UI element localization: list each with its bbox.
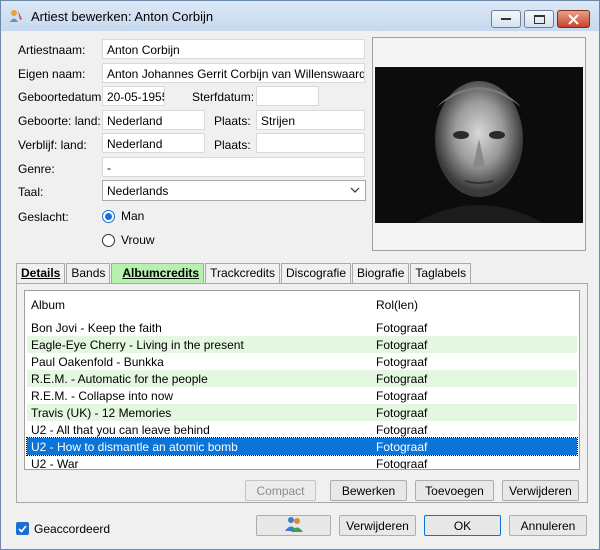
checkmark-icon <box>18 525 27 533</box>
close-button[interactable] <box>557 10 590 28</box>
role-cell: Fotograaf <box>376 338 428 352</box>
list-item[interactable]: U2 - War Fotograaf <box>27 455 577 470</box>
sterfdatum-label: Sterfdatum: <box>192 90 255 104</box>
column-album-header[interactable]: Album <box>31 298 65 312</box>
sterfdatum-field[interactable] <box>256 86 319 106</box>
ok-button[interactable]: OK <box>424 515 501 536</box>
tab-bands[interactable]: Bands <box>66 263 111 283</box>
tab-trackcredits[interactable]: Trackcredits <box>205 263 280 283</box>
album-cell: Bon Jovi - Keep the faith <box>31 321 162 335</box>
role-cell: Fotograaf <box>376 406 428 420</box>
album-list[interactable]: Album Rol(len) Bon Jovi - Keep the faith… <box>24 290 580 470</box>
verblijf-land-field[interactable]: Nederland <box>102 133 205 153</box>
album-cell: R.E.M. - Automatic for the people <box>31 372 208 386</box>
geboorte-land-label: Geboorte: land: <box>18 114 101 128</box>
radio-man[interactable]: Man <box>102 209 144 223</box>
radio-vrouw[interactable]: Vrouw <box>102 233 155 247</box>
geaccordeerd-label: Geaccordeerd <box>34 522 111 536</box>
column-role-header[interactable]: Rol(len) <box>376 298 418 312</box>
role-cell: Fotograaf <box>376 372 428 386</box>
tab-taglabels[interactable]: Taglabels <box>410 263 472 283</box>
album-cell: Travis (UK) - 12 Memories <box>31 406 172 420</box>
people-button[interactable] <box>256 515 331 536</box>
radio-vrouw-label: Vrouw <box>121 233 155 247</box>
role-cell: Fotograaf <box>376 355 428 369</box>
delete-artist-button[interactable]: Verwijderen <box>339 515 416 536</box>
edit-artist-window: Artiest bewerken: Anton Corbijn Artiestn… <box>0 0 600 550</box>
list-item[interactable]: Bon Jovi - Keep the faith Fotograaf <box>27 319 577 336</box>
album-cell: U2 - How to dismantle an atomic bomb <box>31 440 238 454</box>
close-icon <box>568 13 579 25</box>
tab-details[interactable]: Details <box>16 263 66 283</box>
compact-button[interactable]: Compact <box>245 480 316 501</box>
maximize-icon <box>533 14 545 24</box>
role-cell: Fotograaf <box>376 423 428 437</box>
list-item[interactable]: Travis (UK) - 12 Memories Fotograaf <box>27 404 577 421</box>
album-cell: Paul Oakenfold - Bunkka <box>31 355 164 369</box>
radio-vrouw-indicator[interactable] <box>102 233 115 247</box>
minimize-icon <box>501 17 511 20</box>
tab-albumcredits[interactable]: Albumcredits <box>111 263 205 283</box>
role-cell: Fotograaf <box>376 440 428 454</box>
maximize-button[interactable] <box>524 10 554 28</box>
geslacht-label: Geslacht: <box>18 210 69 224</box>
geboortedatum-label: Geboortedatum: <box>18 90 105 104</box>
role-cell: Fotograaf <box>376 457 428 470</box>
remove-credit-button[interactable]: Verwijderen <box>502 480 579 501</box>
tab-strip: Details Bands Albumcredits Trackcredits … <box>16 263 472 283</box>
add-button[interactable]: Toevoegen <box>415 480 494 501</box>
tab-discografie[interactable]: Discografie <box>280 263 352 283</box>
app-icon <box>8 8 24 24</box>
album-cell: U2 - War <box>31 457 79 470</box>
role-cell: Fotograaf <box>376 321 428 335</box>
verblijf-plaats-field[interactable] <box>256 133 365 153</box>
role-cell: Fotograaf <box>376 389 428 403</box>
verblijf-plaats-label: Plaats: <box>214 138 251 152</box>
edit-button[interactable]: Bewerken <box>330 480 407 501</box>
geboorte-land-field[interactable]: Nederland <box>102 110 205 130</box>
artiestnaam-field[interactable]: Anton Corbijn <box>102 39 365 59</box>
title-bar: Artiest bewerken: Anton Corbijn <box>1 1 599 31</box>
geboortedatum-field[interactable]: 20-05-1955 <box>102 86 165 106</box>
people-icon <box>284 516 304 535</box>
list-item[interactable]: R.E.M. - Collapse into now Fotograaf <box>27 387 577 404</box>
artiestnaam-label: Artiestnaam: <box>18 43 86 57</box>
genre-label: Genre: <box>18 162 55 176</box>
chevron-down-icon <box>350 184 360 198</box>
list-item-selected[interactable]: U2 - How to dismantle an atomic bomb Fot… <box>26 437 578 456</box>
cancel-button[interactable]: Annuleren <box>509 515 587 536</box>
list-item[interactable]: Eagle-Eye Cherry - Living in the present… <box>27 336 577 353</box>
minimize-button[interactable] <box>491 10 521 28</box>
taal-label: Taal: <box>18 185 44 199</box>
geboorte-plaats-field[interactable]: Strijen <box>256 110 365 130</box>
genre-field[interactable]: - <box>102 157 365 177</box>
tab-biografie[interactable]: Biografie <box>352 263 410 283</box>
album-cell: R.E.M. - Collapse into now <box>31 389 174 403</box>
list-item[interactable]: R.E.M. - Automatic for the people Fotogr… <box>27 370 577 387</box>
radio-man-label: Man <box>121 209 145 223</box>
geboorte-plaats-label: Plaats: <box>214 114 251 128</box>
geaccordeerd-checkbox[interactable] <box>16 522 29 535</box>
radio-man-indicator[interactable] <box>102 209 115 223</box>
album-cell: U2 - All that you can leave behind <box>31 423 210 437</box>
window-title: Artiest bewerken: Anton Corbijn <box>31 9 214 24</box>
album-cell: Eagle-Eye Cherry - Living in the present <box>31 338 244 352</box>
list-item[interactable]: Paul Oakenfold - Bunkka Fotograaf <box>27 353 577 370</box>
list-item[interactable]: U2 - All that you can leave behind Fotog… <box>27 421 577 438</box>
eigen-naam-label: Eigen naam: <box>18 67 86 81</box>
taal-select[interactable]: Nederlands <box>102 180 366 201</box>
verblijf-land-label: Verblijf: land: <box>18 138 87 152</box>
eigen-naam-field[interactable]: Anton Johannes Gerrit Corbijn van Willen… <box>102 63 365 83</box>
list-header: Album Rol(len) <box>25 291 579 317</box>
artist-photo <box>375 67 583 223</box>
taal-value: Nederlands <box>107 184 169 198</box>
albumcredits-panel: Album Rol(len) Bon Jovi - Keep the faith… <box>16 283 588 503</box>
artist-photo-frame[interactable] <box>372 37 586 251</box>
